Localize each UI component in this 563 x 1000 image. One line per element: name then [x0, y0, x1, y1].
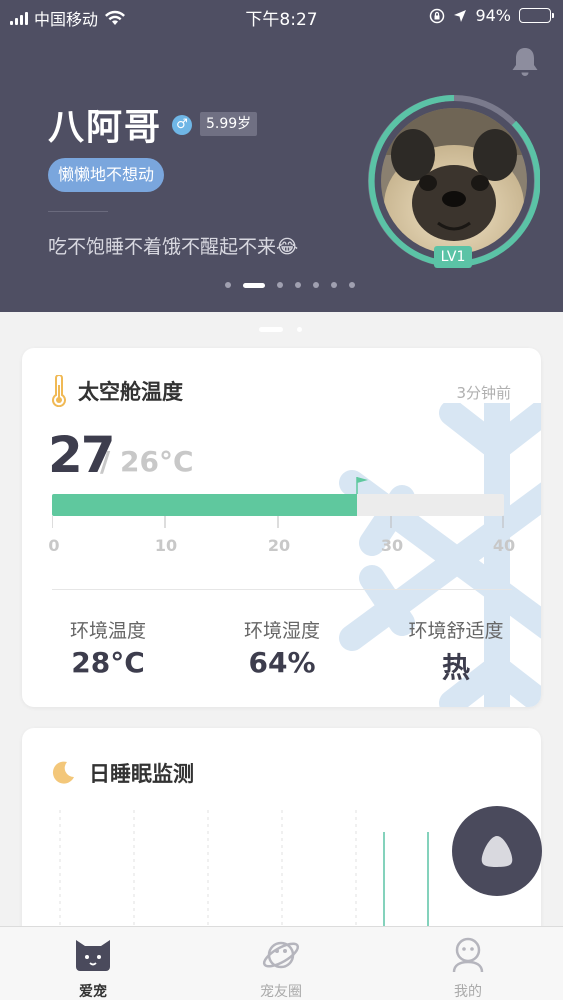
tab-bar: 爱宠 宠友圈 我的: [0, 926, 563, 1000]
last-updated: 3分钟前: [456, 384, 511, 402]
avatar-photo: [368, 95, 541, 267]
tab-mine[interactable]: 我的: [408, 927, 528, 1000]
target-temperature: / 26°C: [100, 445, 194, 478]
card-title-sleep: 日睡眠监测: [89, 762, 194, 786]
device-pod-icon: [481, 836, 513, 867]
env-temperature-label: 环境温度: [69, 620, 147, 642]
flag-icon: [356, 477, 369, 494]
header-divider: [48, 211, 108, 212]
banner-dot[interactable]: [224, 282, 231, 288]
scale-label: 30: [380, 536, 404, 555]
tab-pets[interactable]: 爱宠: [33, 927, 153, 1000]
moon-icon: [52, 761, 74, 784]
mood-tag[interactable]: 懒懒地不想动: [48, 158, 165, 192]
scale-label: 40: [492, 536, 516, 555]
orientation-lock-icon: [430, 8, 445, 23]
env-comfort-value: 热: [441, 651, 471, 684]
location-arrow-icon: [454, 9, 467, 22]
thermometer-icon: [52, 375, 66, 407]
scale-label: 20: [267, 536, 291, 555]
battery-percent: 94%: [475, 6, 511, 25]
bell-icon[interactable]: [509, 45, 541, 79]
banner-dot[interactable]: [348, 282, 355, 288]
profile-header: 中国移动 下午8:27 94% 八阿哥 ♂ 5.99岁 懒懒地不想动 吃不饱睡不…: [0, 0, 563, 312]
temperature-scale-ticks: [52, 516, 504, 528]
env-humidity-value: 64%: [248, 646, 316, 679]
male-gender-icon: ♂: [172, 115, 192, 135]
user-icon: [452, 937, 484, 973]
level-badge: LV1: [434, 246, 472, 268]
temperature-card[interactable]: 太空舱温度 3分钟前 27 / 26°C 0 10 20 30 40 环境温度 …: [22, 348, 541, 707]
banner-dot[interactable]: [330, 282, 337, 288]
card-title-temperature: 太空舱温度: [78, 380, 183, 404]
scale-label: 0: [48, 536, 60, 555]
age-badge: 5.99岁: [200, 112, 258, 136]
env-comfort-label: 环境舒适度: [408, 620, 504, 642]
section-page-indicator: [259, 327, 305, 333]
temperature-bar-fill: [52, 494, 358, 516]
banner-dot[interactable]: [294, 282, 301, 288]
pet-avatar[interactable]: [368, 95, 541, 267]
banner-dot[interactable]: [312, 282, 319, 288]
status-right: 94%: [429, 6, 554, 25]
cat-face-icon: [76, 940, 110, 971]
snowflake-watermark-icon: [339, 403, 541, 707]
pet-name: 八阿哥: [48, 107, 163, 148]
planet-icon: [262, 941, 300, 969]
tab-label: 宠友圈: [260, 984, 302, 1000]
tab-label: 我的: [454, 984, 482, 1000]
status-bar: 中国移动 下午8:27 94%: [0, 0, 563, 32]
banner-dot[interactable]: [242, 282, 265, 288]
banner-dot[interactable]: [276, 282, 283, 288]
env-humidity-label: 环境湿度: [243, 620, 321, 642]
scale-label: 10: [154, 536, 178, 555]
banner-page-dots[interactable]: [0, 282, 563, 288]
tab-label: 爱宠: [79, 984, 107, 1000]
floating-device-button[interactable]: [452, 806, 542, 896]
env-temperature-value: 28°C: [71, 646, 145, 679]
battery-icon: [519, 8, 554, 23]
card-divider: [52, 589, 512, 590]
tab-pet-circle[interactable]: 宠友圈: [221, 927, 341, 1000]
pet-tagline: 吃不饱睡不着饿不醒起不来😂: [48, 236, 299, 258]
